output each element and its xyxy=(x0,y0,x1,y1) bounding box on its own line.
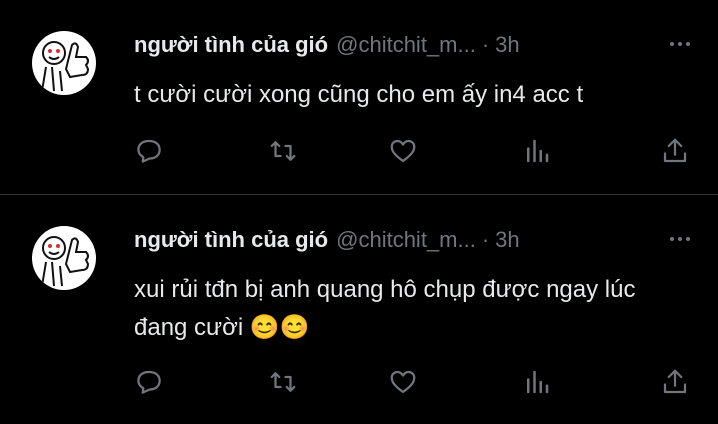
more-icon[interactable] xyxy=(670,233,694,245)
timestamp[interactable]: 3h xyxy=(495,32,519,58)
username[interactable]: @chitchit_m... xyxy=(336,32,476,58)
separator-dot: · xyxy=(481,227,490,252)
reply-icon[interactable] xyxy=(134,136,164,166)
display-name[interactable]: người tình của gió xyxy=(134,227,328,253)
retweet-icon[interactable] xyxy=(268,136,298,166)
tweet[interactable]: người tình của gió @chitchit_m... · 3h t… xyxy=(0,0,718,194)
share-icon[interactable] xyxy=(660,367,690,397)
tweet-text: t cười cười xong cũng cho em ấy in4 acc … xyxy=(134,81,584,108)
share-icon[interactable] xyxy=(660,136,690,166)
separator-dot: · xyxy=(481,32,490,57)
more-icon[interactable] xyxy=(670,38,694,50)
tweet-text: xui rủi tđn bị anh quang hô chụp được ng… xyxy=(134,276,636,341)
views-icon[interactable] xyxy=(522,367,552,397)
tweet-actions xyxy=(134,136,694,166)
tweet-header: người tình của gió @chitchit_m... · 3h xyxy=(134,225,520,255)
heart-icon[interactable] xyxy=(388,136,418,166)
retweet-icon[interactable] xyxy=(268,367,298,397)
heart-icon[interactable] xyxy=(388,367,418,397)
avatar[interactable] xyxy=(32,226,96,290)
tweet-actions xyxy=(134,367,694,397)
tweet-header: người tình của gió @chitchit_m... · 3h xyxy=(134,30,520,60)
display-name[interactable]: người tình của gió xyxy=(134,32,328,58)
avatar[interactable] xyxy=(32,31,96,95)
views-icon[interactable] xyxy=(522,136,552,166)
username[interactable]: @chitchit_m... xyxy=(336,227,476,253)
tweet[interactable]: người tình của gió @chitchit_m... · 3h x… xyxy=(0,195,718,424)
reply-icon[interactable] xyxy=(134,367,164,397)
timestamp[interactable]: 3h xyxy=(495,227,519,253)
